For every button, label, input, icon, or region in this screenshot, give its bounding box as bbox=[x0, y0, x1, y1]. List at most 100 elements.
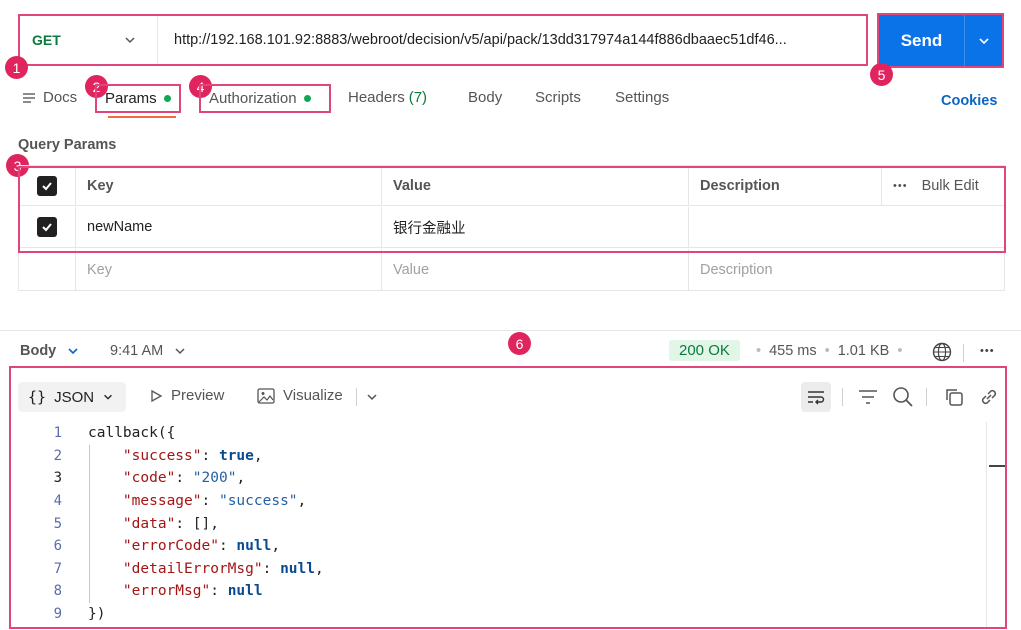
response-body-label: Body bbox=[20, 343, 57, 359]
send-options-button[interactable] bbox=[965, 15, 1002, 66]
pane-divider[interactable] bbox=[0, 330, 1021, 331]
code-line: 2 "success": true, bbox=[30, 445, 324, 468]
toolbar-separator bbox=[963, 344, 964, 362]
response-duration[interactable]: 455 ms bbox=[769, 343, 817, 359]
code-line: 1 callback({ bbox=[30, 422, 324, 445]
code-text: "errorMsg": null bbox=[122, 583, 263, 600]
new-key-input[interactable]: Key bbox=[76, 249, 382, 290]
code-text: "success": true, bbox=[122, 447, 263, 464]
placeholder-checkbox-cell bbox=[19, 249, 76, 290]
code-text: "detailErrorMsg": null, bbox=[122, 560, 324, 577]
link-icon[interactable] bbox=[979, 387, 999, 407]
code-line: 6 "errorCode": null, bbox=[30, 535, 324, 558]
request-bar: GET http://192.168.101.92:8883/webroot/d… bbox=[18, 14, 868, 66]
tab-authorization[interactable]: Authorization bbox=[199, 84, 331, 113]
image-icon bbox=[257, 387, 275, 404]
send-button[interactable]: Send bbox=[879, 15, 965, 66]
format-label: JSON bbox=[54, 388, 95, 406]
toolbar-separator bbox=[926, 388, 927, 406]
tab-headers[interactable]: Headers (7) bbox=[348, 89, 427, 106]
response-code-viewer[interactable]: 1 callback({2 "success": true, 3 "code": "… bbox=[30, 422, 324, 625]
code-text: "errorCode": null, bbox=[122, 538, 281, 555]
response-size[interactable]: 1.01 KB bbox=[838, 343, 890, 359]
line-number: 1 bbox=[53, 425, 62, 442]
chevron-down-icon bbox=[68, 348, 78, 355]
tab-headers-label: Headers bbox=[348, 89, 405, 106]
params-highlight-box bbox=[18, 166, 1006, 253]
code-line: 9}) bbox=[30, 603, 324, 626]
tab-authorization-label: Authorization bbox=[209, 90, 297, 107]
line-number: 9 bbox=[53, 606, 62, 623]
scroll-position-marker bbox=[989, 465, 1005, 467]
line-number: 4 bbox=[53, 493, 62, 510]
braces-icon: {} bbox=[28, 388, 47, 406]
annotation-badge-5: 5 bbox=[870, 63, 893, 86]
preview-button[interactable]: Preview bbox=[149, 387, 224, 404]
new-description-input[interactable]: Description bbox=[689, 249, 1004, 290]
filter-icon[interactable] bbox=[858, 388, 878, 406]
line-number: 5 bbox=[53, 515, 62, 532]
search-icon[interactable] bbox=[892, 386, 914, 408]
new-value-input[interactable]: Value bbox=[382, 249, 689, 290]
chevron-down-icon bbox=[104, 394, 112, 400]
tab-body[interactable]: Body bbox=[468, 89, 502, 106]
wrap-icon bbox=[808, 391, 825, 405]
query-params-title: Query Params bbox=[18, 137, 117, 153]
annotation-badge-1: 1 bbox=[5, 56, 28, 79]
active-tab-indicator bbox=[108, 116, 176, 118]
code-text: callback({ bbox=[88, 425, 176, 442]
tab-docs-label: Docs bbox=[43, 89, 78, 106]
annotation-badge-6: 6 bbox=[508, 332, 531, 355]
code-line: 8 "errorMsg": null bbox=[30, 580, 324, 603]
wrap-lines-button[interactable] bbox=[801, 382, 831, 412]
meta-separator: • bbox=[824, 343, 830, 359]
tab-headers-count: (7) bbox=[408, 89, 428, 106]
code-scrollbar[interactable] bbox=[986, 422, 1006, 627]
globe-icon[interactable] bbox=[932, 342, 952, 362]
visualize-button[interactable]: Visualize bbox=[257, 387, 343, 404]
toolbar-separator bbox=[842, 388, 843, 406]
code-text: "message": "success", bbox=[122, 493, 307, 510]
code-line: 4 "message": "success", bbox=[30, 490, 324, 513]
line-number: 8 bbox=[53, 583, 62, 600]
tab-params-label: Params bbox=[105, 90, 157, 107]
status-badge[interactable]: 200 OK bbox=[669, 340, 740, 361]
history-dropdown[interactable]: 9:41 AM bbox=[110, 343, 187, 359]
play-icon bbox=[151, 389, 163, 402]
tab-params[interactable]: Params bbox=[95, 84, 181, 113]
response-body-toggle[interactable]: Body bbox=[20, 343, 80, 359]
line-number: 2 bbox=[53, 447, 62, 464]
line-number: 3 bbox=[53, 470, 62, 487]
chevron-down-icon bbox=[125, 37, 135, 44]
response-meta: • 455 ms • 1.01 KB • bbox=[756, 343, 902, 359]
response-time-label: 9:41 AM bbox=[110, 343, 164, 359]
code-text: "data": [], bbox=[122, 515, 219, 532]
tab-settings[interactable]: Settings bbox=[615, 89, 669, 106]
meta-separator: • bbox=[897, 343, 903, 359]
chevron-down-icon[interactable] bbox=[365, 390, 379, 404]
cookies-link[interactable]: Cookies bbox=[941, 93, 997, 109]
chevron-down-icon bbox=[978, 37, 989, 44]
tab-docs[interactable]: Docs bbox=[22, 89, 77, 106]
send-group: Send bbox=[877, 13, 1004, 68]
code-line: 5 "data": [], bbox=[30, 512, 324, 535]
more-options-icon[interactable]: ••• bbox=[980, 345, 995, 357]
line-number: 6 bbox=[53, 538, 62, 555]
params-active-dot bbox=[163, 95, 171, 102]
table-row-placeholder: Key Value Description bbox=[19, 249, 1004, 290]
url-input[interactable]: http://192.168.101.92:8883/webroot/decis… bbox=[158, 32, 858, 48]
method-select[interactable]: GET bbox=[20, 16, 158, 64]
format-select[interactable]: {} JSON bbox=[18, 382, 126, 412]
visualize-label: Visualize bbox=[283, 387, 343, 404]
copy-icon[interactable] bbox=[944, 387, 964, 407]
line-number: 7 bbox=[53, 560, 62, 577]
code-text: }) bbox=[88, 606, 106, 623]
chevron-down-icon bbox=[175, 348, 185, 355]
code-text: "code": "200", bbox=[122, 470, 246, 487]
code-line: 3 "code": "200", bbox=[30, 467, 324, 490]
preview-label: Preview bbox=[171, 387, 225, 404]
meta-separator: • bbox=[756, 343, 762, 359]
authorization-active-dot bbox=[303, 95, 311, 102]
code-line: 7 "detailErrorMsg": null, bbox=[30, 558, 324, 581]
tab-scripts[interactable]: Scripts bbox=[535, 89, 581, 106]
